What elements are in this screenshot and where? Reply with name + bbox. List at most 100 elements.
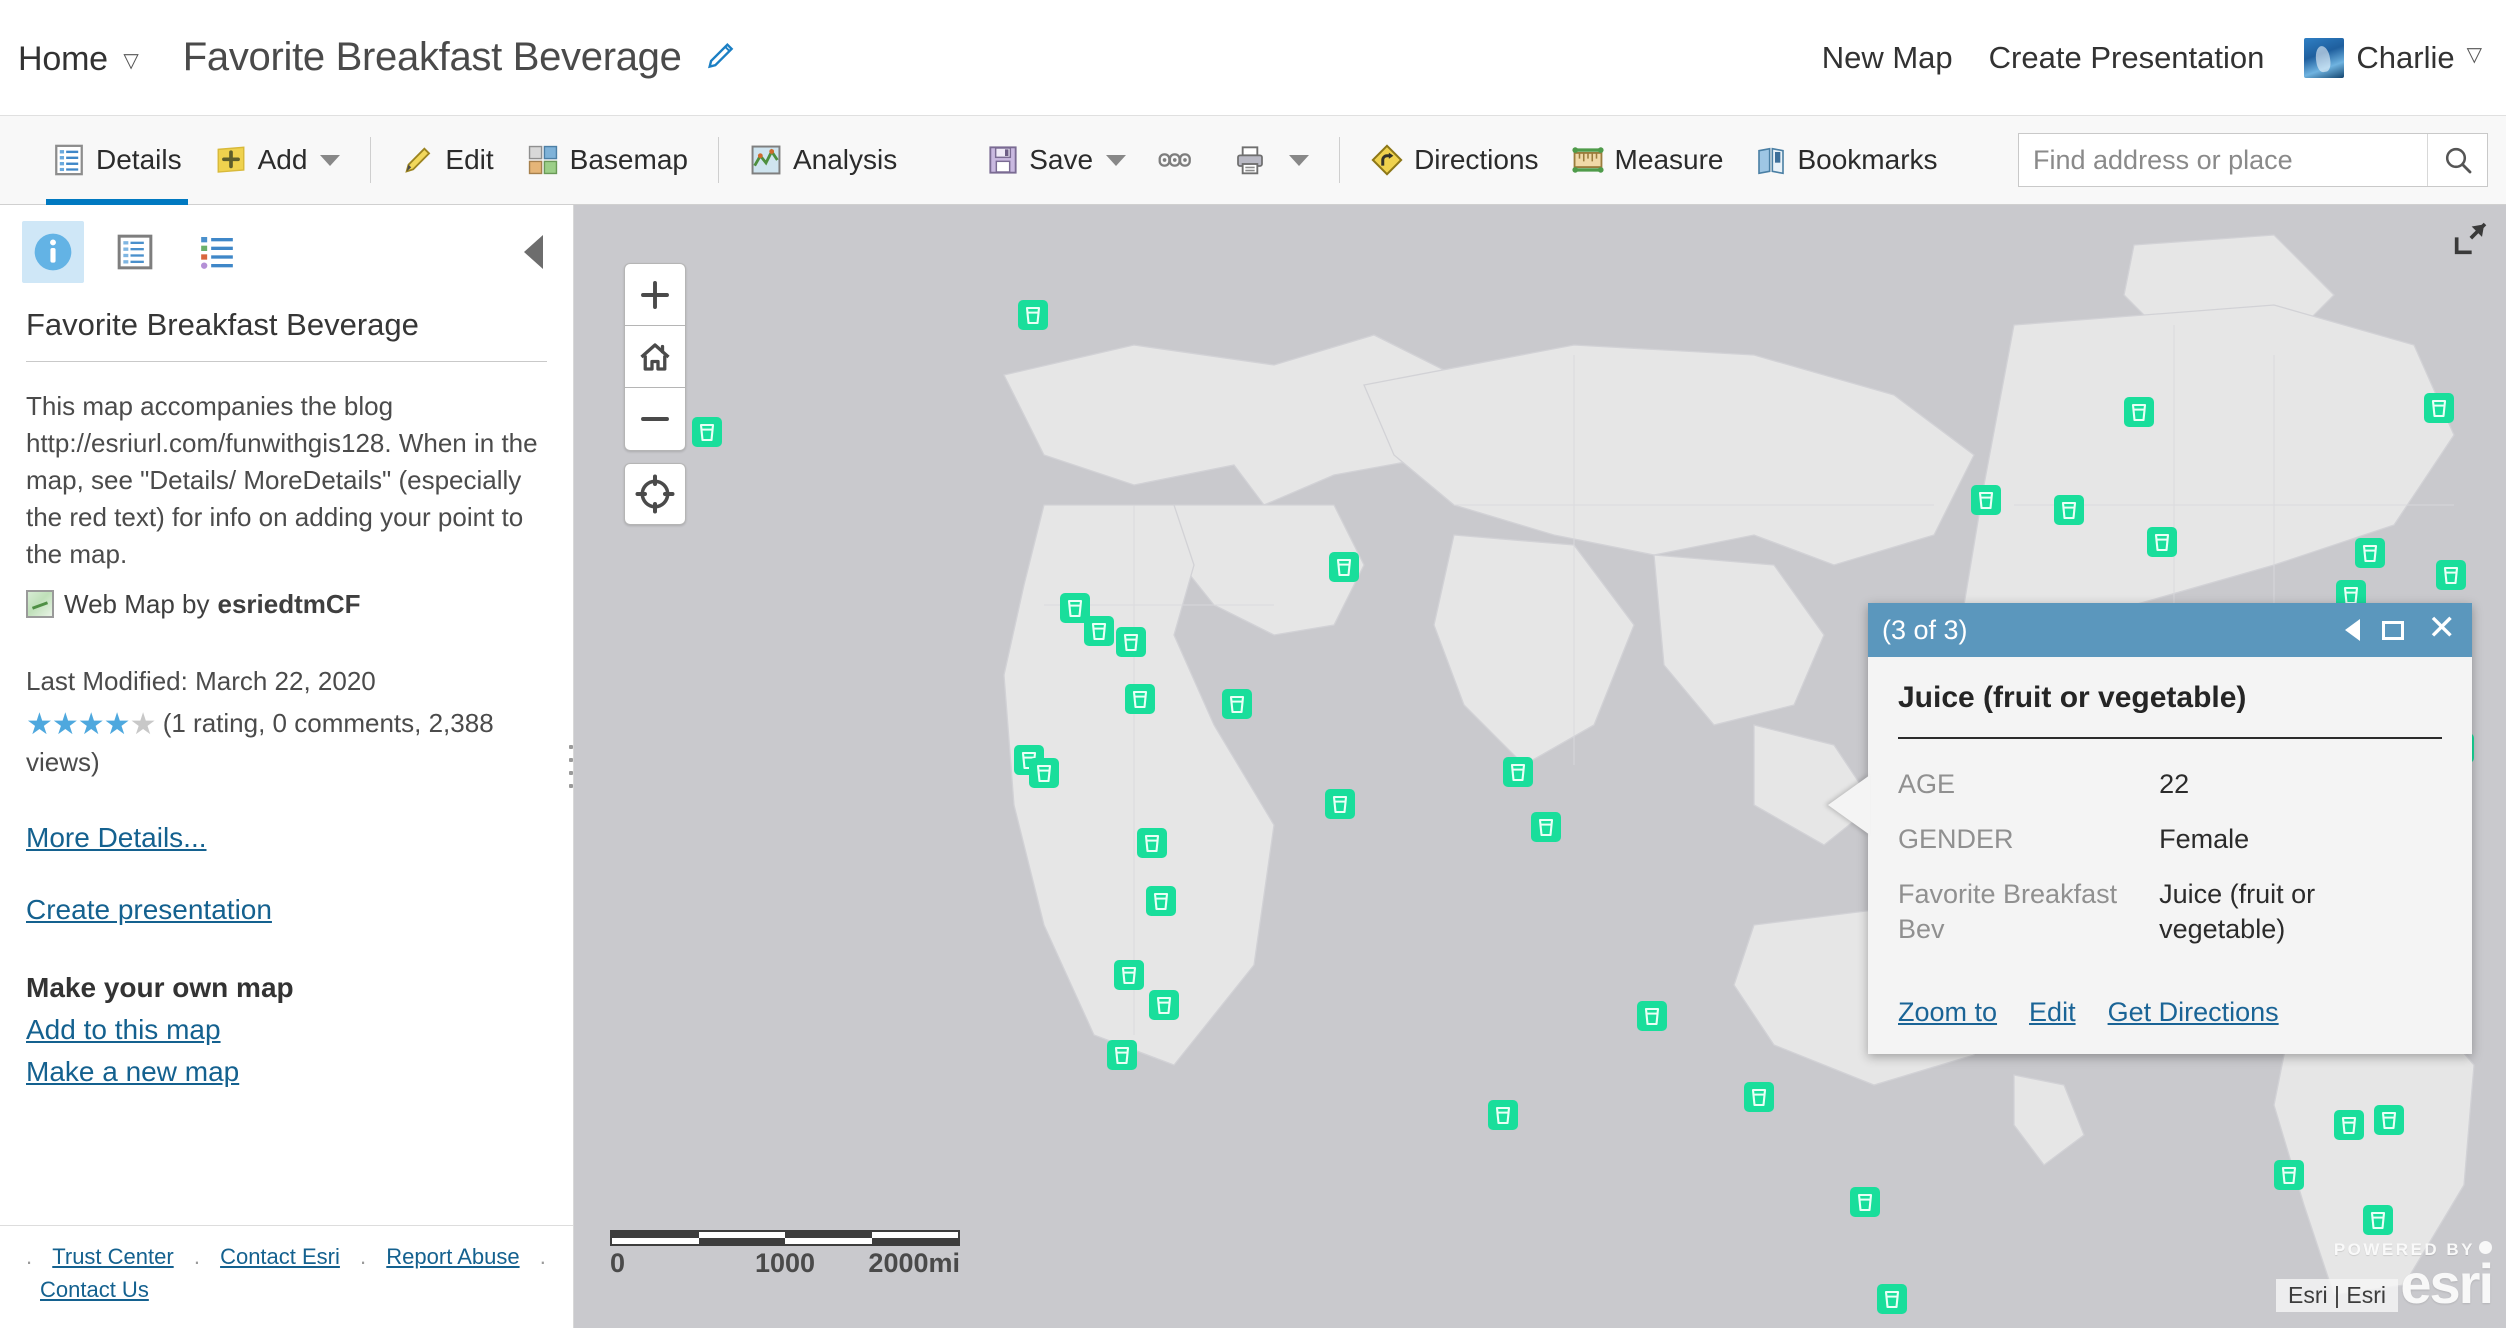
- report-abuse-link[interactable]: Report Abuse: [386, 1244, 519, 1269]
- create-presentation-link[interactable]: Create presentation: [26, 894, 547, 926]
- add-button-label: Add: [257, 144, 308, 175]
- add-button[interactable]: Add: [198, 115, 357, 205]
- footer-dot: .: [26, 1244, 33, 1269]
- measure-button-label: Measure: [1614, 144, 1724, 175]
- last-modified: Last Modified: March 22, 2020: [26, 665, 376, 696]
- analysis-icon: [749, 143, 783, 177]
- search-box[interactable]: [2018, 133, 2488, 187]
- popup-pointer: [1828, 775, 1870, 835]
- map-zoom-controls[interactable]: [624, 263, 686, 451]
- webmap-thumbnail-icon: [26, 590, 54, 619]
- user-menu-label[interactable]: Charlie: [2356, 40, 2454, 76]
- rating-row: ★★★★★ (1 rating, 0 comments, 2,388 views…: [26, 701, 547, 782]
- analysis-button-label: Analysis: [792, 144, 898, 175]
- sidebar-tab-contents[interactable]: [104, 221, 166, 283]
- toolbar-divider: [370, 137, 372, 183]
- create-presentation-button[interactable]: Create Presentation: [1989, 40, 2265, 76]
- contact-esri-link[interactable]: Contact Esri: [220, 1244, 340, 1269]
- chevron-down-icon[interactable]: [1289, 154, 1310, 166]
- basemap-button[interactable]: Basemap: [510, 115, 704, 205]
- byline-prefix: Web Map by: [64, 588, 210, 619]
- share-icon: [1158, 145, 1192, 175]
- popup-maximize-icon[interactable]: [2381, 620, 2404, 640]
- sidebar-resize-handle[interactable]: [569, 744, 577, 789]
- pencil-icon[interactable]: [704, 39, 738, 78]
- edit-button[interactable]: Edit: [385, 115, 509, 205]
- toolbar-divider: [717, 137, 719, 183]
- scale-bar-labels: 0 1000 2000mi: [610, 1248, 960, 1282]
- new-map-button[interactable]: New Map: [1822, 40, 1953, 76]
- zoom-to-link[interactable]: Zoom to: [1898, 997, 1997, 1028]
- minus-icon: [641, 417, 669, 421]
- collapse-panel-icon[interactable]: [524, 235, 543, 269]
- zoom-out-button[interactable]: [625, 388, 685, 450]
- sidebar-tab-legend[interactable]: [186, 221, 248, 283]
- trust-center-link[interactable]: Trust Center: [52, 1244, 173, 1269]
- attribute-value: 22: [2159, 769, 2190, 799]
- chevron-down-icon[interactable]: [1106, 154, 1127, 166]
- sidebar-tab-about[interactable]: [22, 221, 84, 283]
- contents-icon: [117, 234, 153, 270]
- esri-wordmark: esri: [2400, 1252, 2494, 1316]
- details-icon: [52, 143, 86, 177]
- popup-attribute-table: AGE 22 GENDER Female Favorite Breakfast …: [1898, 757, 2442, 957]
- scale-bar-graphic: [610, 1230, 960, 1246]
- plus-icon: [641, 280, 669, 309]
- expand-icon: [2454, 222, 2487, 255]
- avatar[interactable]: [2304, 37, 2345, 78]
- chevron-down-icon[interactable]: ▽: [2467, 42, 2482, 67]
- footer-dot: .: [360, 1244, 367, 1269]
- measure-icon: [1571, 145, 1605, 175]
- get-directions-link[interactable]: Get Directions: [2108, 997, 2279, 1028]
- chevron-down-icon[interactable]: [320, 154, 341, 166]
- more-details-link[interactable]: More Details...: [26, 822, 547, 854]
- table-row: Favorite Breakfast Bev Juice (fruit or v…: [1898, 867, 2442, 957]
- edit-link[interactable]: Edit: [2029, 997, 2076, 1028]
- make-new-map-link[interactable]: Make a new map: [26, 1056, 547, 1088]
- edit-button-label: Edit: [445, 144, 494, 175]
- app-body: Favorite Breakfast Beverage This map acc…: [0, 205, 2506, 1328]
- home-icon: [640, 342, 670, 371]
- sidebar-panel-title: Favorite Breakfast Beverage: [26, 307, 419, 342]
- measure-button[interactable]: Measure: [1555, 115, 1740, 205]
- save-button[interactable]: Save: [971, 115, 1142, 205]
- locate-icon: [635, 474, 675, 514]
- add-to-this-map-link[interactable]: Add to this map: [26, 1014, 547, 1046]
- attribute-key: GENDER: [1898, 824, 2014, 855]
- zoom-in-button[interactable]: [625, 264, 685, 326]
- divider: [1898, 737, 2442, 739]
- bookmarks-button[interactable]: Bookmarks: [1739, 115, 1953, 205]
- map-description: This map accompanies the blog http://esr…: [26, 391, 538, 569]
- popup-title: Juice (fruit or vegetable): [1898, 681, 2247, 714]
- popup-header-actions: ✕: [2344, 611, 2457, 647]
- sidebar-panel-tabs: [0, 205, 573, 293]
- contact-us-link[interactable]: Contact Us: [40, 1277, 149, 1302]
- locate-button[interactable]: [624, 463, 686, 525]
- info-icon: [34, 233, 72, 271]
- star-rating[interactable]: ★★★★★: [26, 708, 156, 741]
- close-icon[interactable]: ✕: [2428, 611, 2457, 645]
- print-button[interactable]: [1218, 115, 1325, 205]
- directions-button[interactable]: Directions: [1354, 115, 1554, 205]
- chevron-down-icon: ▽: [123, 50, 139, 72]
- analysis-button[interactable]: Analysis: [733, 115, 913, 205]
- share-button[interactable]: [1142, 115, 1218, 205]
- expand-map-button[interactable]: [2450, 219, 2490, 264]
- default-extent-button[interactable]: [625, 326, 685, 388]
- map-canvas-container[interactable]: 0 1000 2000mi Esri | Esri POWERED BY esr…: [574, 205, 2506, 1328]
- popup-actions: Zoom to Edit Get Directions: [1898, 997, 2442, 1028]
- attribute-value: Female: [2159, 824, 2250, 855]
- footer-dot: .: [193, 1244, 200, 1269]
- attribute-key: Favorite Breakfast Bev: [1898, 879, 2118, 945]
- tab-details[interactable]: Details: [36, 115, 198, 205]
- toolbar-divider: [1339, 137, 1341, 183]
- feature-popup[interactable]: (3 of 3) ✕ Juice (fruit or vegetable) AG…: [1828, 603, 2472, 1055]
- byline-author[interactable]: esriedtmCF: [217, 589, 360, 620]
- home-menu[interactable]: Home ▽: [18, 40, 139, 79]
- search-button[interactable]: [2427, 134, 2487, 186]
- directions-button-label: Directions: [1414, 144, 1539, 175]
- attribute-key: AGE: [1898, 769, 1956, 799]
- popup-prev-icon[interactable]: [2344, 619, 2360, 641]
- search-input[interactable]: [2019, 134, 2427, 186]
- printer-icon: [1234, 144, 1266, 176]
